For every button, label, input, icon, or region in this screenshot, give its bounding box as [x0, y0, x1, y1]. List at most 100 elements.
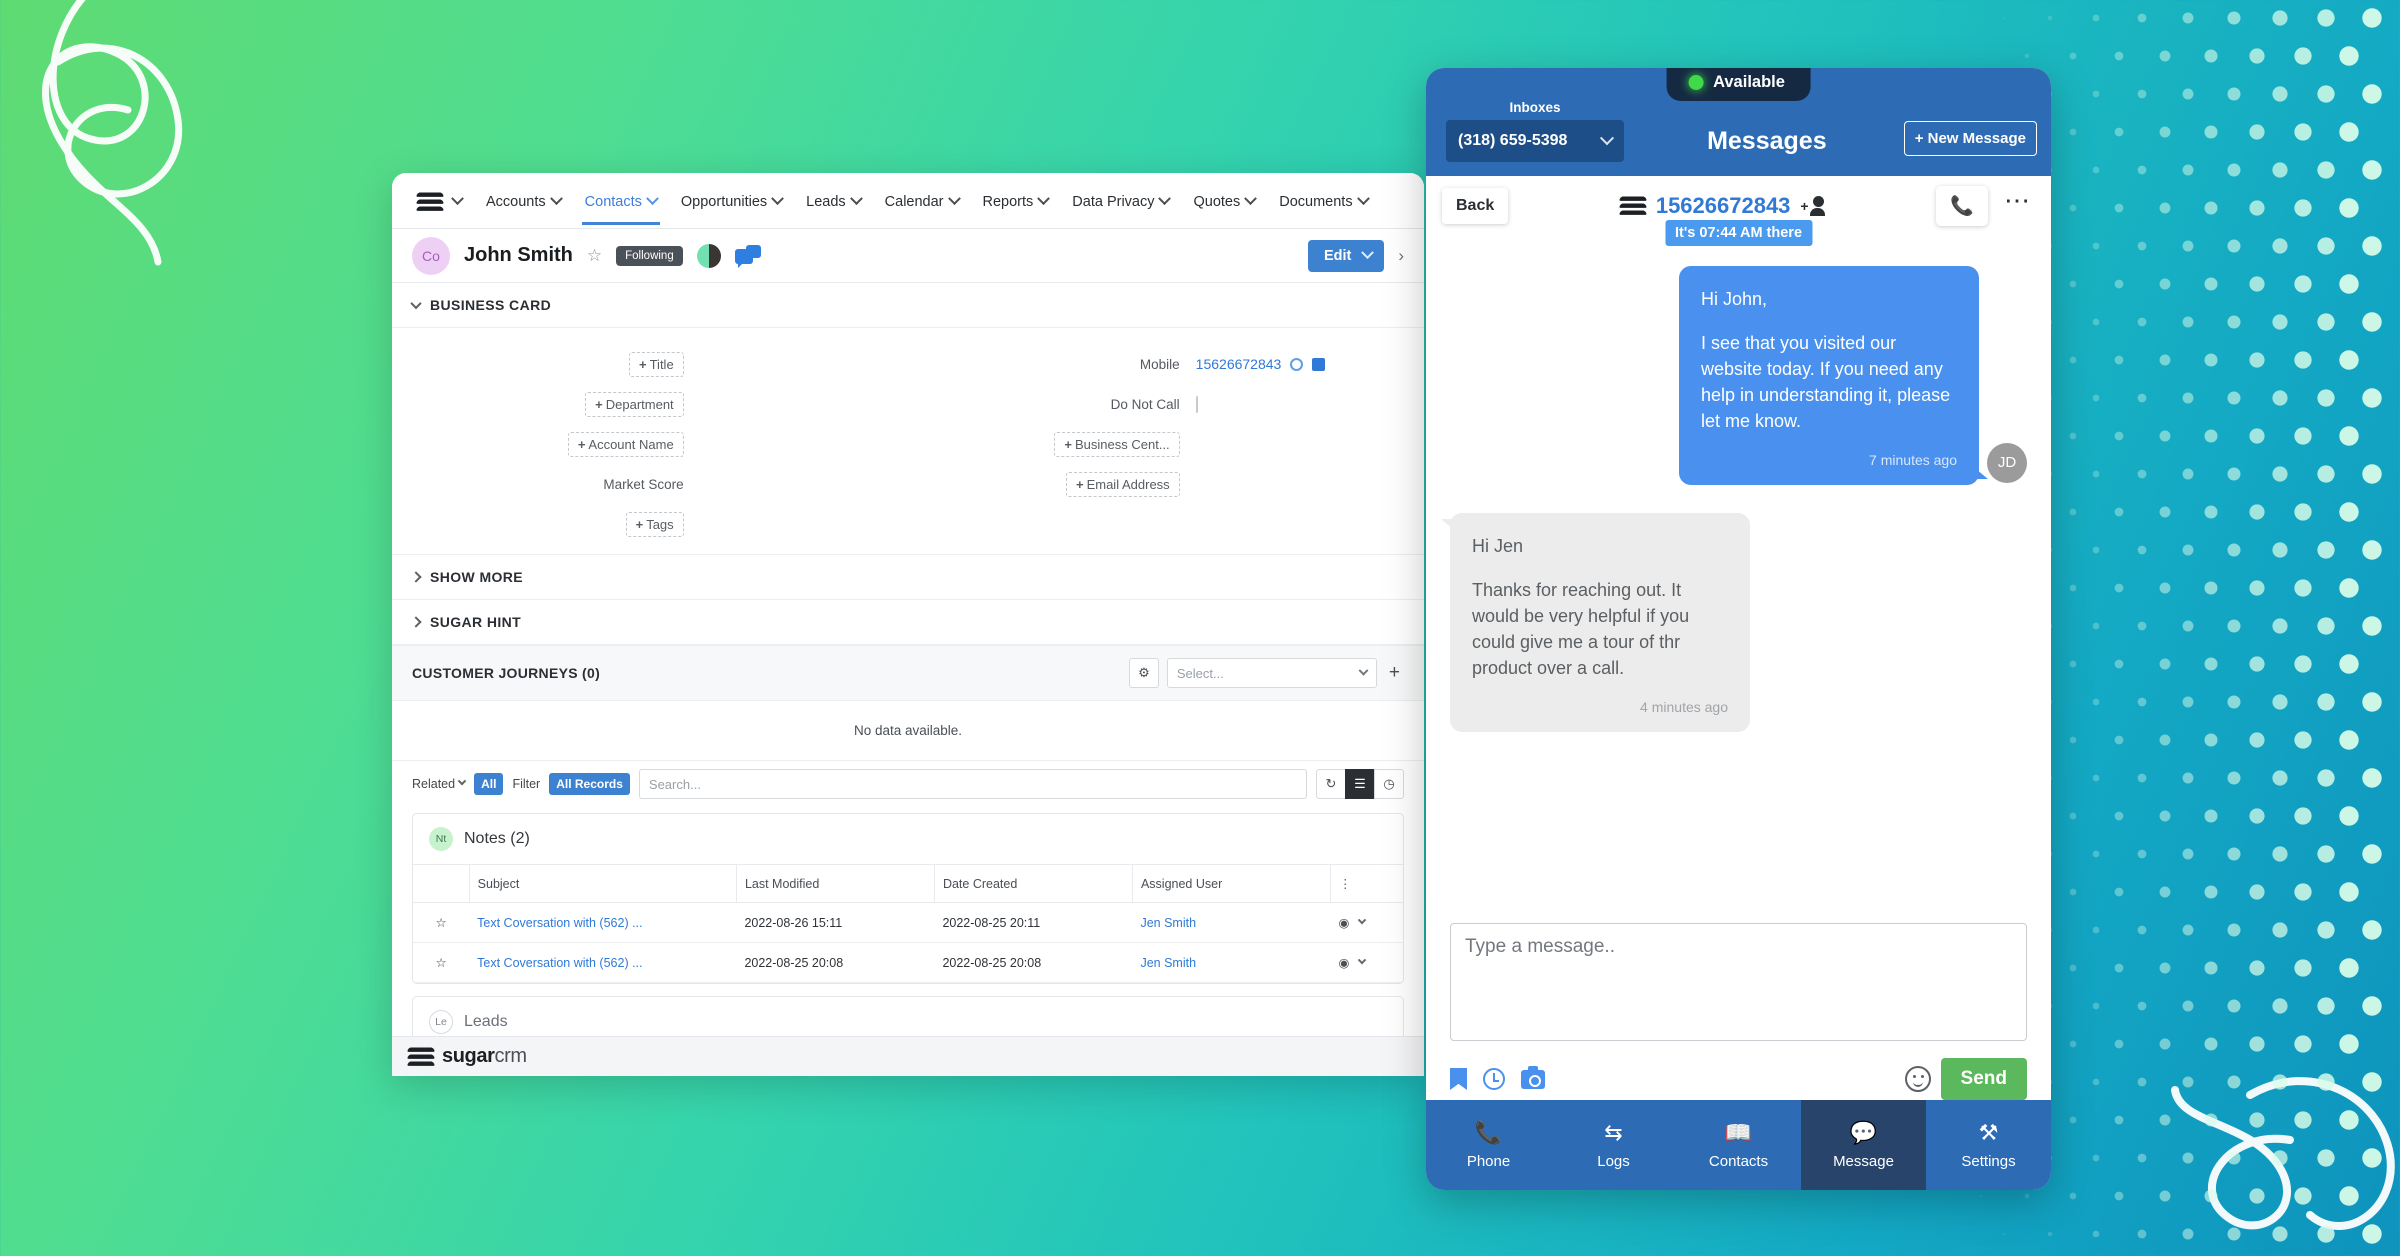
- view-mode-group: ↻ ☰ ◷: [1316, 769, 1404, 799]
- column-header-last-modified[interactable]: Last Modified: [735, 864, 935, 903]
- nav-item-data-privacy[interactable]: Data Privacy: [1061, 177, 1180, 225]
- bottom-nav-message[interactable]: 💬 Message: [1801, 1100, 1926, 1190]
- field-mobile: Mobile 15626672843: [908, 344, 1404, 384]
- business-card-section-header[interactable]: BUSINESS CARD: [392, 283, 1424, 328]
- activity-clock-icon[interactable]: ◷: [1374, 769, 1404, 799]
- search-input[interactable]: [638, 769, 1307, 799]
- journey-select[interactable]: Select...: [1166, 658, 1377, 688]
- field-do-not-call: Do Not Call: [908, 384, 1404, 424]
- message-input[interactable]: [1450, 923, 2027, 1041]
- related-dropdown[interactable]: Related: [412, 776, 467, 791]
- favorite-star-icon[interactable]: ☆: [587, 246, 602, 266]
- back-button[interactable]: Back: [1442, 188, 1509, 224]
- following-button[interactable]: Following: [616, 245, 683, 266]
- nav-item-documents[interactable]: Documents: [1268, 177, 1378, 225]
- inbox-select[interactable]: (318) 659-5398: [1446, 120, 1624, 162]
- status-badge[interactable]: Available: [1666, 68, 1811, 101]
- field-label: Tags: [646, 516, 674, 532]
- send-sms-icon[interactable]: [1311, 358, 1325, 371]
- add-tags-chip[interactable]: + Tags: [625, 511, 684, 537]
- bottom-nav-logs[interactable]: ⇆ Logs: [1551, 1100, 1676, 1190]
- note-assigned-user-link[interactable]: Jen Smith: [1140, 956, 1196, 970]
- column-header-assigned-user[interactable]: Assigned User: [1131, 864, 1331, 903]
- bottom-nav-label: Logs: [1597, 1153, 1630, 1170]
- field-label: Mobile: [1139, 356, 1180, 372]
- add-email-address-chip[interactable]: + Email Address: [1065, 471, 1180, 497]
- sugar-logo-menu[interactable]: [406, 174, 473, 228]
- call-button[interactable]: 📞: [1936, 186, 1988, 226]
- nav-item-contacts[interactable]: Contacts: [574, 177, 668, 225]
- nav-item-calendar[interactable]: Calendar: [874, 177, 970, 225]
- chevron-down-icon[interactable]: [1358, 955, 1367, 964]
- add-business-center-chip[interactable]: + Business Cent...: [1054, 431, 1180, 457]
- column-header-date-created[interactable]: Date Created: [933, 864, 1133, 903]
- kebab-menu-icon[interactable]: ⋮: [1339, 877, 1353, 891]
- messenger-bottom-nav: 📞 Phone ⇆ Logs 📖 Contacts 💬 Message ⚒ Se…: [1426, 1100, 2051, 1190]
- conversation-phone-number[interactable]: 15626672843: [1656, 193, 1791, 219]
- filter-all-pill[interactable]: All: [474, 773, 504, 795]
- mobile-phone-link[interactable]: 15626672843: [1196, 356, 1282, 372]
- yin-yang-icon[interactable]: [696, 243, 721, 268]
- add-journey-button[interactable]: +: [1385, 662, 1404, 684]
- do-not-call-checkbox[interactable]: [1195, 395, 1198, 413]
- inbox-selector-group: Inboxes (318) 659-5398: [1440, 100, 1630, 162]
- note-last-modified: 2022-08-25 20:08: [736, 942, 935, 983]
- new-message-button[interactable]: + New Message: [1903, 121, 2037, 156]
- table-row[interactable]: ☆ Text Coversation with (562) ... 2022-0…: [413, 942, 1403, 983]
- nav-item-reports[interactable]: Reports: [972, 177, 1060, 225]
- bottom-nav-settings[interactable]: ⚒ Settings: [1926, 1100, 2051, 1190]
- field-email-address: + Email Address: [908, 464, 1404, 504]
- camera-icon[interactable]: [1521, 1065, 1545, 1089]
- gear-icon[interactable]: ⚙: [1128, 658, 1159, 688]
- note-subject-link[interactable]: Text Coversation with (562) ...: [477, 916, 642, 930]
- preview-eye-icon[interactable]: ◉: [1338, 955, 1349, 970]
- edit-button[interactable]: Edit: [1307, 239, 1385, 272]
- leads-module-badge: Le: [429, 1010, 453, 1034]
- messaging-panel: Available Inboxes (318) 659-5398 Message…: [1426, 68, 2051, 1190]
- bottom-nav-contacts[interactable]: 📖 Contacts: [1676, 1100, 1801, 1190]
- nav-item-quotes[interactable]: Quotes: [1182, 177, 1266, 225]
- field-value-wrap: [1195, 395, 1404, 413]
- plus-icon: +: [595, 396, 603, 412]
- chat-bubbles-icon[interactable]: [734, 245, 761, 268]
- list-view-icon[interactable]: ☰: [1345, 769, 1375, 799]
- add-account-name-chip[interactable]: + Account Name: [567, 431, 684, 457]
- add-title-chip[interactable]: + Title: [629, 351, 684, 377]
- column-header-subject[interactable]: Subject: [468, 864, 737, 903]
- preview-eye-icon[interactable]: ◉: [1338, 915, 1349, 930]
- chevron-down-icon[interactable]: [1358, 915, 1367, 924]
- add-department-chip[interactable]: + Department: [585, 391, 684, 417]
- nav-item-leads[interactable]: Leads: [795, 177, 872, 225]
- conversation-overflow-icon[interactable]: ⋯: [2000, 185, 2035, 228]
- emoji-icon[interactable]: [1904, 1066, 1931, 1092]
- customer-journeys-header: CUSTOMER JOURNEYS (0) ⚙ Select... +: [392, 645, 1424, 701]
- plus-icon: +: [635, 516, 644, 532]
- send-button[interactable]: Send: [1940, 1058, 2027, 1100]
- leads-dashlet[interactable]: Le Leads: [412, 996, 1404, 1036]
- schedule-clock-icon[interactable]: [1483, 1068, 1505, 1090]
- add-contact-icon[interactable]: +: [1800, 196, 1826, 216]
- click-to-call-icon[interactable]: [1290, 358, 1304, 371]
- row-favorite-star-icon[interactable]: ☆: [413, 902, 470, 943]
- avatar: JD: [1987, 442, 2027, 483]
- bottom-nav-label: Phone: [1466, 1153, 1511, 1170]
- notes-dashlet-header[interactable]: Nt Notes (2): [413, 814, 1403, 864]
- template-bookmark-icon[interactable]: [1450, 1068, 1467, 1090]
- refresh-icon[interactable]: ↻: [1316, 769, 1346, 799]
- nav-item-opportunities[interactable]: Opportunities: [670, 177, 793, 225]
- table-row[interactable]: ☆ Text Coversation with (562) ... 2022-0…: [413, 902, 1403, 943]
- message-paragraph: I see that you visited our website today…: [1701, 333, 1951, 432]
- nav-label: Opportunities: [680, 193, 768, 210]
- record-header-overflow-icon[interactable]: ›: [1398, 246, 1404, 266]
- sugar-hint-section-header[interactable]: SUGAR HINT: [392, 600, 1424, 645]
- row-favorite-star-icon[interactable]: ☆: [413, 942, 470, 983]
- show-more-section-header[interactable]: SHOW MORE: [392, 554, 1424, 600]
- section-label: BUSINESS CARD: [430, 297, 552, 313]
- note-assigned-user-link[interactable]: Jen Smith: [1140, 916, 1196, 930]
- message-row-incoming: Hi Jen Thanks for reaching out. It would…: [1441, 512, 2027, 732]
- chevron-down-icon: [1037, 192, 1051, 206]
- nav-item-accounts[interactable]: Accounts: [475, 177, 572, 225]
- bottom-nav-phone[interactable]: 📞 Phone: [1426, 1100, 1551, 1190]
- note-subject-link[interactable]: Text Coversation with (562) ...: [477, 956, 642, 970]
- filter-all-records-pill[interactable]: All Records: [549, 773, 630, 795]
